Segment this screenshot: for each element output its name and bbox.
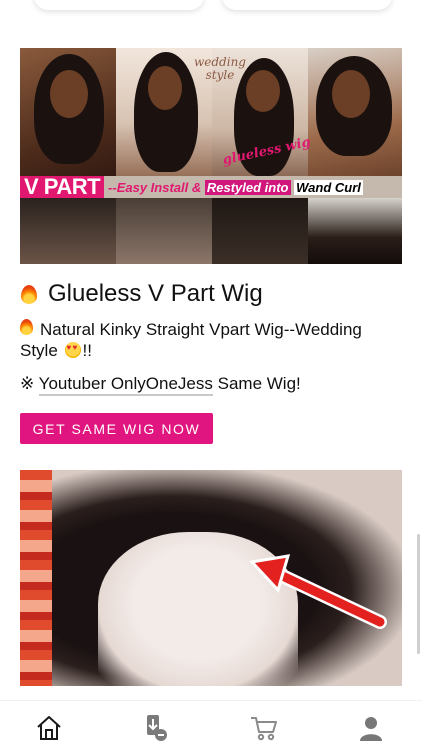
vpart-label: V PART [20, 176, 105, 198]
get-same-wig-button[interactable]: GET SAME WIG NOW [20, 413, 213, 444]
hero-banner: V PART --Easy Install & Restyled into Wa… [20, 176, 402, 198]
scrollbar[interactable] [417, 534, 420, 654]
banner-text: --Easy Install & Restyled into Wand Curl [104, 179, 363, 195]
shirt-stripes [20, 470, 52, 686]
cart-icon[interactable] [249, 713, 279, 743]
banner-wand: Wand Curl [294, 179, 363, 195]
youtuber-line: ※ Youtuber OnlyOneJess Same Wig! [20, 374, 301, 396]
bottom-navigation [0, 700, 422, 751]
fire-icon [20, 318, 34, 335]
youtuber-suffix: Same Wig! [217, 374, 301, 393]
collage-bottom-row [20, 198, 402, 264]
red-arrow-icon [249, 554, 387, 629]
wedding-style-overlay: wedding style [194, 55, 246, 82]
product-detail-image[interactable] [20, 470, 402, 686]
previous-card-left[interactable] [34, 0, 204, 10]
fire-icon [20, 283, 38, 305]
product-subtitle: Natural Kinky Straight Vpart Wig--Weddin… [20, 318, 400, 361]
product-hero-image[interactable]: wedding style glueless wig V PART --Easy… [20, 48, 402, 264]
product-title: Glueless V Part Wig [20, 280, 263, 308]
product-subtitle-suffix: !! [82, 341, 92, 360]
heart-eyes-emoji-icon [64, 342, 81, 358]
reference-mark: ※ [20, 374, 35, 393]
banner-restyled: Restyled into [204, 179, 291, 195]
product-title-text: Glueless V Part Wig [48, 280, 263, 307]
home-icon[interactable] [34, 713, 64, 743]
youtuber-link[interactable]: Youtuber OnlyOneJess [38, 374, 213, 396]
user-icon[interactable] [356, 713, 386, 743]
previous-card-right[interactable] [222, 0, 392, 10]
previous-cards-edge [0, 0, 422, 14]
banner-easy: --Easy Install & [108, 179, 202, 195]
download-icon[interactable] [141, 713, 171, 743]
